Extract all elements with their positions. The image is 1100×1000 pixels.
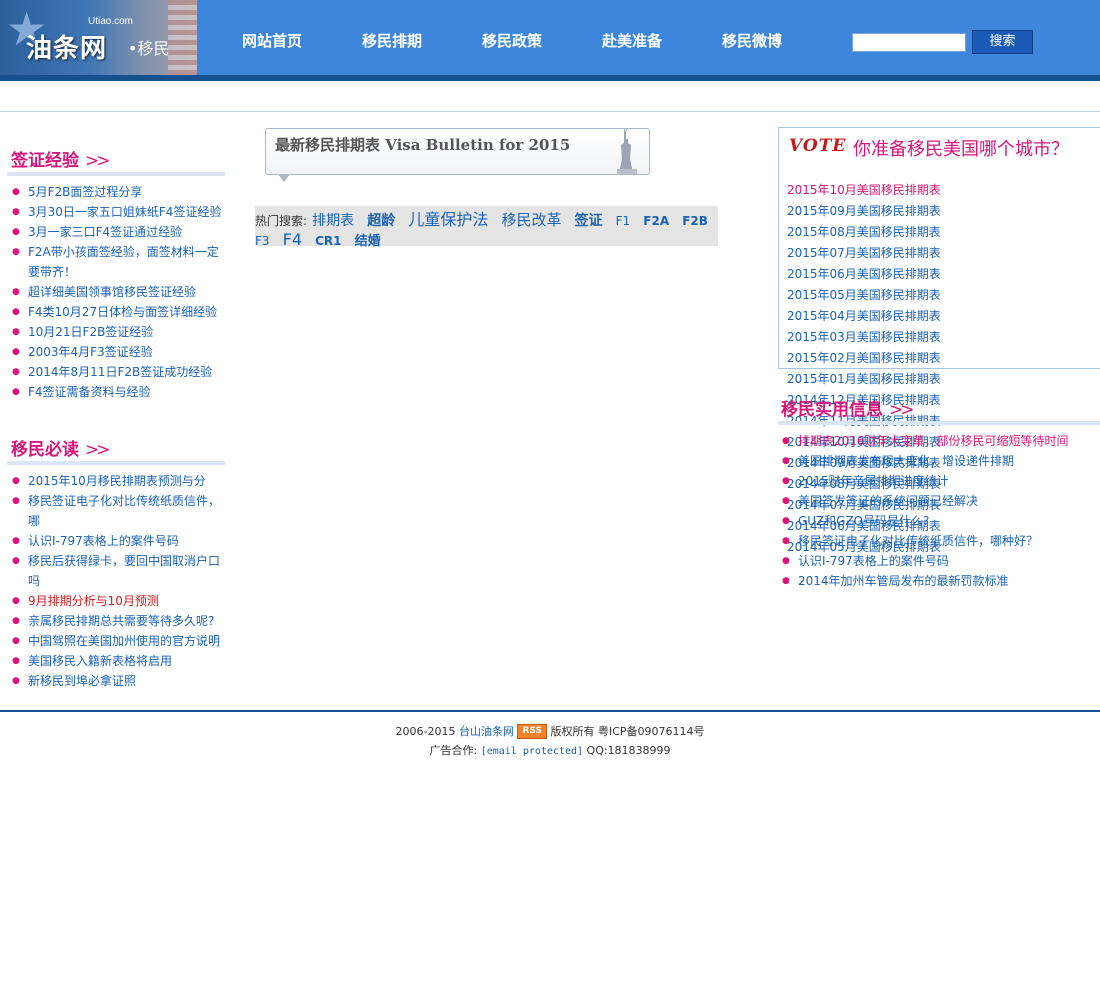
footer-rights: 版权所有 <box>550 725 595 738</box>
bulletin-title[interactable]: 最新移民排期表 Visa Bulletin for 2015 <box>275 134 570 155</box>
hot-search-tags: 排期表 超龄 儿童保护法 移民改革 签证 F1 F2A F2B F3 F4 CR… <box>255 210 716 249</box>
schedule-link[interactable]: 2015年09月美国移民排期表 <box>787 201 941 221</box>
visa-bulletin-banner[interactable]: 最新移民排期表 Visa Bulletin for 2015 <box>265 128 650 182</box>
schedule-link[interactable]: 2015年04月美国移民排期表 <box>787 306 941 326</box>
double-chevron-icon: >> <box>85 151 110 171</box>
list-item[interactable]: 认识I-797表格上的案件号码 <box>12 531 222 551</box>
list-item[interactable]: 新移民到埠必拿证照 <box>12 671 222 691</box>
rss-icon[interactable]: RSS <box>517 724 547 739</box>
hot-search-tag[interactable]: CR1 <box>315 234 341 248</box>
schedule-link[interactable]: 2015年10月美国移民排期表 <box>787 180 941 200</box>
footer-copyright-line: 2006-2015 台山油条网 RSS 版权所有 粤ICP备09076114号 <box>0 722 1100 741</box>
flag-decoration <box>168 0 197 75</box>
schedule-link[interactable]: 2015年01月美国移民排期表 <box>787 369 941 389</box>
footer-contact-line: 广告合作: [email protected] QQ:181838999 <box>0 741 1100 761</box>
schedule-link[interactable]: 2015年03月美国移民排期表 <box>787 327 941 347</box>
visa-experience-list: 5月F2B面签过程分享3月30日一家五口姐妹纸F4签证经验3月一家三口F4签证通… <box>12 182 222 402</box>
must-read-list: 2015年10月移民排期表预测与分移民签证电子化对比传统纸质信件，哪认识I-79… <box>12 471 222 691</box>
hot-search-tag[interactable]: 排期表 <box>312 213 354 229</box>
schedule-link[interactable]: 2015年02月美国移民排期表 <box>787 348 941 368</box>
practical-info-list: 排期表2016财年大变革，部份移民可缩短等待时间美国排期表发布现大变化，增设递件… <box>782 431 1098 591</box>
hot-search-tag[interactable]: 移民改革 <box>501 211 561 229</box>
double-chevron-icon: >> <box>889 400 914 420</box>
section-title-practical-info: 移民实用信息 >> <box>778 395 1100 425</box>
header-divider <box>0 111 1100 112</box>
list-item[interactable]: 美国签发签证的系统问题已经解决 <box>782 491 1098 511</box>
list-item[interactable]: 9月排期分析与10月预测 <box>12 591 222 611</box>
statue-of-liberty-icon <box>617 129 637 174</box>
list-item[interactable]: 超详细美国领事馆移民签证经验 <box>12 282 222 302</box>
hot-search-tag[interactable]: 儿童保护法 <box>408 210 488 229</box>
list-item[interactable]: 2014年加州车管局发布的最新罚款标准 <box>782 571 1098 591</box>
hot-search-tag[interactable]: F1 <box>616 214 631 228</box>
logo-sub-text: 移民 <box>137 39 170 58</box>
nav-policy[interactable]: 移民政策 <box>482 30 542 51</box>
list-item[interactable]: 亲属移民排期总共需要等待多久呢? <box>12 611 222 631</box>
nav-weibo[interactable]: 移民微博 <box>722 30 782 51</box>
logo-subtitle: •移民 <box>128 35 169 59</box>
list-item[interactable]: 中国驾照在美国加州使用的官方说明 <box>12 631 222 651</box>
list-item[interactable]: 移民签证电子化对比传统纸质信件，哪种好？ <box>782 531 1098 551</box>
hot-search-panel: 热门搜索: 排期表 超龄 儿童保护法 移民改革 签证 F1 F2A F2B F3… <box>255 206 718 249</box>
list-item[interactable]: 移民签证电子化对比传统纸质信件，哪 <box>12 491 222 531</box>
header-bottom-bar <box>0 75 1100 81</box>
site-logo[interactable]: ★ Utiao.com 油条网 •移民 <box>0 0 197 75</box>
list-item[interactable]: 认识I-797表格上的案件号码 <box>782 551 1098 571</box>
section-title-must-read: 移民必读 >> <box>7 435 225 465</box>
logo-name: 油条网 <box>26 34 108 64</box>
hot-search-tag[interactable]: 签证 <box>575 213 603 229</box>
footer-years: 2006-2015 <box>395 725 456 738</box>
logo-domain: Utiao.com <box>88 16 134 27</box>
list-item[interactable]: 美国移民入籍新表格将启用 <box>12 651 222 671</box>
nav-home[interactable]: 网站首页 <box>242 30 302 51</box>
section-title-visa-experience: 签证经验 >> <box>7 146 225 176</box>
list-item[interactable]: 美国排期表发布现大变化，增设递件排期 <box>782 451 1098 471</box>
search-button[interactable]: 搜索 <box>972 30 1033 54</box>
list-item[interactable]: 移民后获得绿卡，要回中国取消户口吗 <box>12 551 222 591</box>
site-header: ★ Utiao.com 油条网 •移民 网站首页 移民排期 移民政策 赴美准备 … <box>0 0 1100 75</box>
hot-search-tag[interactable]: F4 <box>283 230 302 249</box>
nav-schedule[interactable]: 移民排期 <box>362 30 422 51</box>
list-item[interactable]: F4签证需备资料与经验 <box>12 382 222 402</box>
footer-qq: QQ:181838999 <box>586 744 671 757</box>
footer-ad-label: 广告合作: <box>429 744 478 757</box>
hot-search-tag[interactable]: 超龄 <box>367 213 395 229</box>
hot-search-label: 热门搜索: <box>255 214 308 228</box>
list-item[interactable]: GUZ和GZO号码是什么? <box>782 511 1098 531</box>
hot-search-tag[interactable]: F2A <box>643 214 669 228</box>
vote-title[interactable]: 你准备移民美国哪个城市？ <box>853 135 1069 161</box>
list-item[interactable]: F2A带小孩面签经验，面签材料一定要带齐！ <box>12 242 222 282</box>
search-input[interactable] <box>852 33 966 52</box>
footer-icp-link[interactable]: 粤ICP备09076114号 <box>598 725 705 738</box>
schedule-link[interactable]: 2015年08月美国移民排期表 <box>787 222 941 242</box>
hot-search-tag[interactable]: F3 <box>255 234 270 248</box>
list-item[interactable]: 2014年8月11日F2B签证成功经验 <box>12 362 222 382</box>
bubble-tail <box>278 174 290 182</box>
site-footer: 2006-2015 台山油条网 RSS 版权所有 粤ICP备09076114号 … <box>0 722 1100 761</box>
footer-email-link[interactable]: [email protected] <box>481 746 583 757</box>
list-item[interactable]: 2015财年亲属排期进度统计 <box>782 471 1098 491</box>
schedule-link[interactable]: 2015年07月美国移民排期表 <box>787 243 941 263</box>
list-item[interactable]: 3月一家三口F4签证通过经验 <box>12 222 222 242</box>
footer-divider <box>0 710 1100 712</box>
list-item[interactable]: 排期表2016财年大变革，部份移民可缩短等待时间 <box>782 431 1098 451</box>
vote-badge: VOTE <box>789 136 847 156</box>
section-title-text: 签证经验 <box>11 151 79 171</box>
schedule-link[interactable]: 2015年06月美国移民排期表 <box>787 264 941 284</box>
nav-preparation[interactable]: 赴美准备 <box>602 30 662 51</box>
list-item[interactable]: 10月21日F2B签证经验 <box>12 322 222 342</box>
list-item[interactable]: 3月30日一家五口姐妹纸F4签证经验 <box>12 202 222 222</box>
section-title-text: 移民实用信息 <box>781 400 883 420</box>
vote-panel: VOTE 你准备移民美国哪个城市？ 2015年10月美国移民排期表2015年09… <box>778 127 1100 554</box>
hot-search-tag[interactable]: F2B <box>682 214 708 228</box>
double-chevron-icon: >> <box>85 440 110 460</box>
list-item[interactable]: 2015年10月移民排期表预测与分 <box>12 471 222 491</box>
list-item[interactable]: 5月F2B面签过程分享 <box>12 182 222 202</box>
list-item[interactable]: F4类10月27日体检与面签详细经验 <box>12 302 222 322</box>
hot-search-tag[interactable]: 结婚 <box>355 234 381 249</box>
schedule-link[interactable]: 2015年05月美国移民排期表 <box>787 285 941 305</box>
list-item[interactable]: 2003年4月F3签证经验 <box>12 342 222 362</box>
footer-site-link[interactable]: 台山油条网 <box>459 725 514 738</box>
section-title-text: 移民必读 <box>11 440 79 460</box>
